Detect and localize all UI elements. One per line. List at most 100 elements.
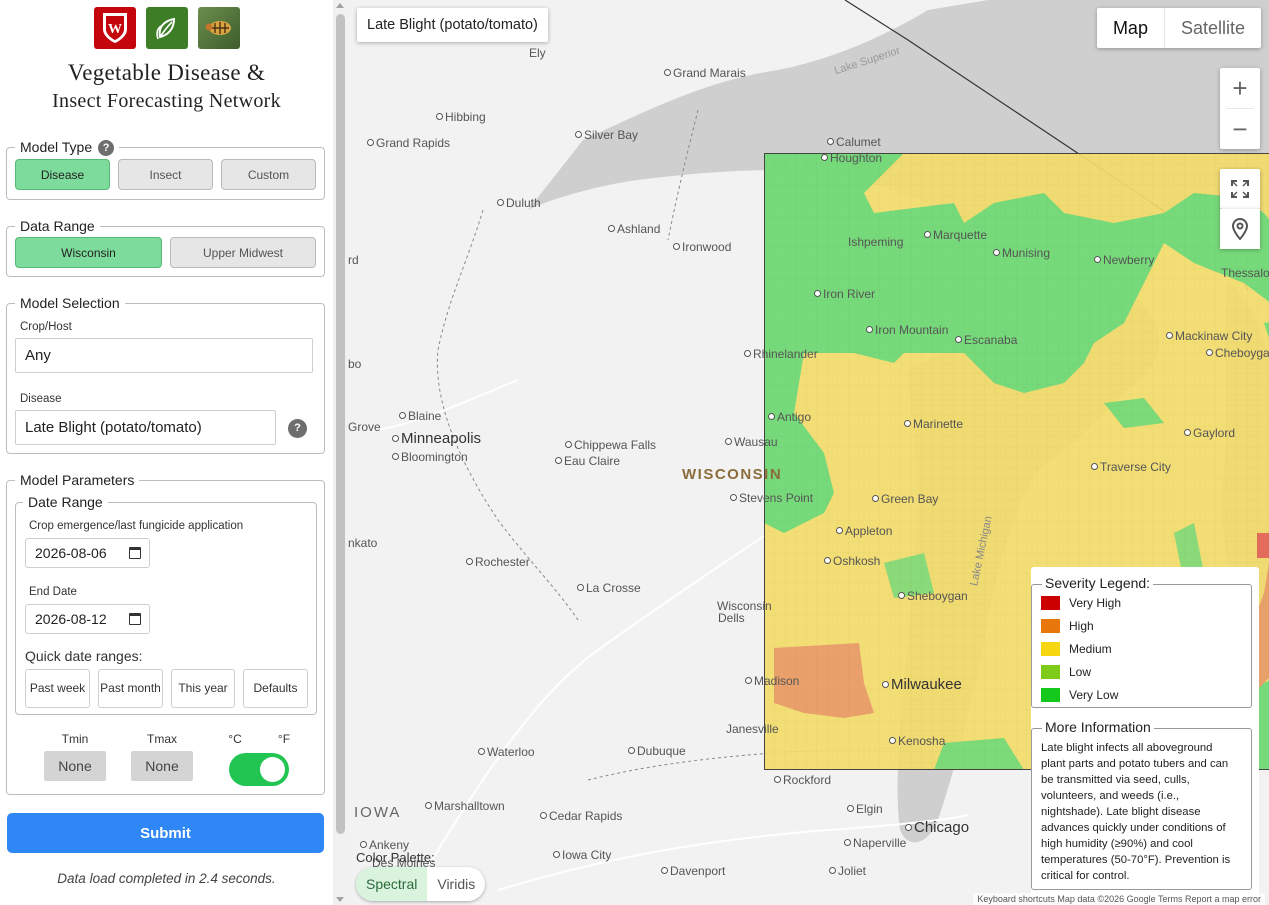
map-type-control[interactable]: Map Satellite <box>1096 8 1261 48</box>
label-oshkosh: Oshkosh <box>824 554 880 568</box>
site-title: Vegetable Disease & Insect Forecasting N… <box>0 58 333 115</box>
fullscreen-icon[interactable] <box>1220 169 1260 209</box>
label-elgin: Elgin <box>847 802 883 816</box>
medium-swatch <box>1041 642 1060 656</box>
label-chippewa-falls: Chippewa Falls <box>565 438 656 452</box>
scroll-up-icon[interactable] <box>336 3 344 8</box>
disease-help-icon[interactable]: ? <box>288 419 307 438</box>
label-cheboygan: Cheboygan <box>1206 346 1269 360</box>
tmax-label: Tmax <box>147 732 177 746</box>
uw-crest-logo[interactable]: W <box>93 7 136 49</box>
very-low-swatch <box>1041 688 1060 702</box>
model-parameters-legend: Model Parameters <box>15 470 140 490</box>
celsius-label: °C <box>228 732 242 746</box>
wisconsin-button[interactable]: Wisconsin <box>15 237 162 268</box>
label-stevens-point: Stevens Point <box>730 491 813 505</box>
calendar-icon[interactable] <box>129 613 141 625</box>
label-kato: nkato <box>348 536 378 550</box>
label-davenport: Davenport <box>661 864 725 878</box>
legend-label: Low <box>1069 665 1092 679</box>
label-naperville: Naperville <box>844 836 906 850</box>
label-hibbing: Hibbing <box>436 110 486 124</box>
label-ashland: Ashland <box>608 222 660 236</box>
severity-legend-title: Severity Legend: <box>1042 575 1154 591</box>
satellite-button[interactable]: Satellite <box>1165 8 1261 48</box>
crop-host-label: Crop/Host <box>20 321 72 333</box>
label-milwaukee: Milwaukee <box>882 676 962 693</box>
label-wisconsin-dells-2: Dells <box>718 611 745 625</box>
label-waterloo: Waterloo <box>478 745 535 759</box>
upper-midwest-button[interactable]: Upper Midwest <box>170 237 316 268</box>
legend-label: Very Low <box>1069 688 1119 702</box>
svg-text:W: W <box>108 22 122 37</box>
label-calumet: Calumet <box>827 135 881 149</box>
label-iowa-city: Iowa City <box>553 848 611 862</box>
label-munising: Munising <box>993 246 1050 260</box>
legend-row-high: High <box>1041 619 1094 633</box>
end-date-value: 2026-08-12 <box>35 611 107 627</box>
defaults-button[interactable]: Defaults <box>243 669 308 708</box>
palette-toggle[interactable]: Spectral Viridis <box>356 867 486 901</box>
sidebar-scrollbar[interactable] <box>333 0 348 905</box>
scroll-down-icon[interactable] <box>336 897 344 902</box>
end-date-label: End Date <box>29 586 77 598</box>
map-button[interactable]: Map <box>1097 8 1165 48</box>
toggle-knob[interactable] <box>260 757 285 782</box>
past-month-button[interactable]: Past month <box>98 669 163 708</box>
past-week-button[interactable]: Past week <box>25 669 90 708</box>
label-blaine: Blaine <box>399 409 441 423</box>
label-iron-mountain: Iron Mountain <box>866 323 948 337</box>
label-janesville: Janesville <box>726 722 779 736</box>
map-canvas[interactable]: Grand Marais Ely Lake Superior Hibbing S… <box>348 0 1269 905</box>
this-year-button[interactable]: This year <box>171 669 235 708</box>
label-silver-bay: Silver Bay <box>575 128 638 142</box>
insect-button[interactable]: Insect <box>118 159 213 190</box>
label-houghton: Houghton <box>821 151 882 165</box>
tmax-input[interactable]: None <box>131 751 193 781</box>
label-joliet: Joliet <box>829 864 866 878</box>
location-pin-icon[interactable] <box>1220 209 1260 249</box>
label-iowa-state: IOWA <box>354 804 402 821</box>
label-ely: Ely <box>529 46 546 60</box>
label-wisconsin-state: WISCONSIN <box>682 466 783 483</box>
zoom-out-button[interactable]: − <box>1220 109 1260 149</box>
disease-select[interactable]: Late Blight (potato/tomato) <box>15 410 276 445</box>
calendar-icon[interactable] <box>129 547 141 559</box>
viridis-button[interactable]: Viridis <box>427 867 485 901</box>
model-type-legend-text: Model Type <box>20 139 93 155</box>
crop-host-select[interactable]: Any <box>15 338 313 373</box>
custom-button[interactable]: Custom <box>221 159 316 190</box>
color-palette-label: Color Palette: <box>356 850 435 865</box>
end-date-input[interactable]: 2026-08-12 <box>25 604 150 634</box>
zoom-in-button[interactable]: + <box>1220 68 1260 108</box>
tmin-label: Tmin <box>61 732 89 746</box>
start-date-label: Crop emergence/last fungicide applicatio… <box>29 520 244 532</box>
legend-panel: Severity Legend: Very High High Medium L… <box>1031 567 1259 901</box>
model-selection-group: Model Selection Crop/Host Any Disease La… <box>6 293 325 454</box>
spectral-button[interactable]: Spectral <box>356 867 428 901</box>
leaf-logo[interactable] <box>145 7 188 49</box>
label-thessalon: Thessalo <box>1221 266 1269 280</box>
more-information-text: Late blight infects all aboveground plan… <box>1041 742 1231 882</box>
unit-toggle[interactable] <box>229 753 289 786</box>
legend-row-medium: Medium <box>1041 642 1112 656</box>
help-icon[interactable]: ? <box>98 140 115 156</box>
label-antigo: Antigo <box>768 410 811 424</box>
zoom-control[interactable]: + − <box>1220 68 1260 149</box>
map-attribution[interactable]: Keyboard shortcuts Map data ©2026 Google… <box>973 893 1265 905</box>
label-wausau: Wausau <box>725 435 778 449</box>
disease-button[interactable]: Disease <box>15 159 110 190</box>
beetle-photo-logo[interactable] <box>197 7 240 49</box>
low-swatch <box>1041 665 1060 679</box>
submit-button[interactable]: Submit <box>7 813 324 853</box>
site-title-line2: Insect Forecasting Network <box>52 90 281 112</box>
label-escanaba: Escanaba <box>955 333 1017 347</box>
status-text: Data load completed in 2.4 seconds. <box>57 871 276 886</box>
label-edge-rd: rd <box>348 253 359 267</box>
label-edge-bo: bo <box>348 357 362 371</box>
label-dubuque: Dubuque <box>628 744 686 758</box>
scrollbar-thumb[interactable] <box>336 14 345 834</box>
start-date-input[interactable]: 2026-08-06 <box>25 538 150 568</box>
tmin-input[interactable]: None <box>44 751 106 781</box>
disease-label: Disease <box>20 393 62 405</box>
